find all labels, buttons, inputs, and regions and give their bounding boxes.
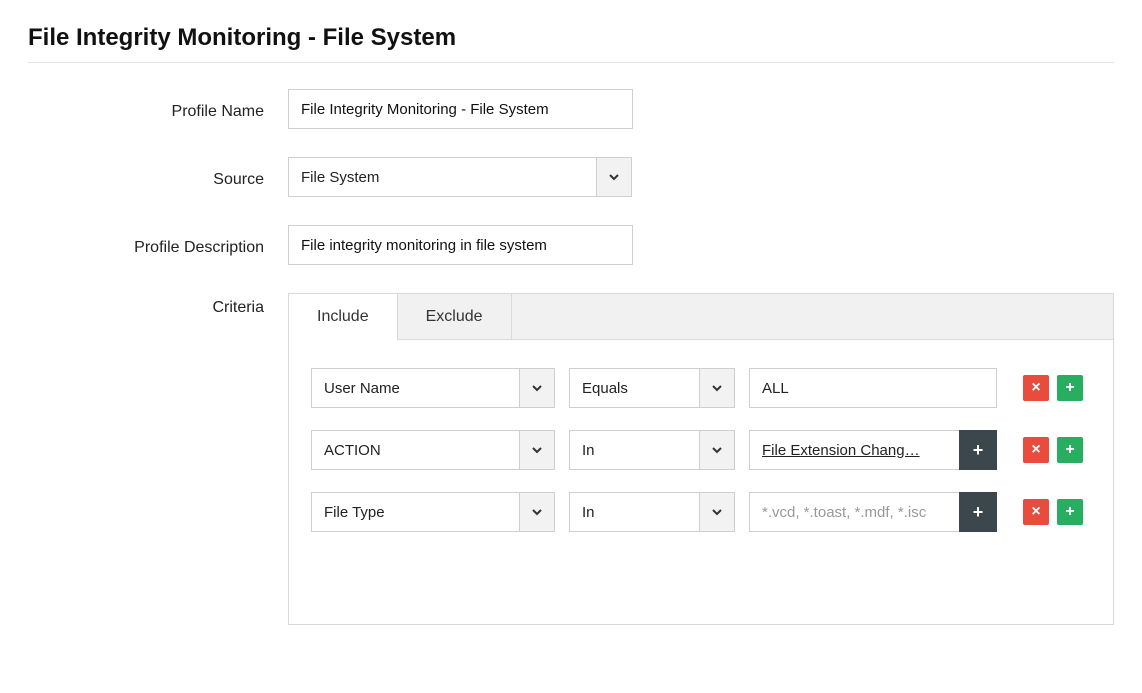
chevron-down-icon [711, 444, 723, 456]
criteria-value-input[interactable]: File Extension Chang… + [749, 430, 997, 470]
criteria-operator-toggle[interactable] [699, 368, 735, 408]
remove-criteria-button[interactable]: × [1023, 499, 1049, 525]
add-value-button[interactable]: + [959, 492, 997, 532]
criteria-tabbar: Include Exclude [288, 293, 1114, 339]
tab-exclude[interactable]: Exclude [398, 294, 512, 340]
criteria-field-value: ACTION [311, 430, 519, 470]
criteria-operator-select[interactable]: Equals [569, 368, 735, 408]
source-select-toggle[interactable] [596, 157, 632, 197]
criteria-value-text: File Extension Chang… [762, 442, 951, 459]
add-criteria-button[interactable]: + [1057, 437, 1083, 463]
add-criteria-button[interactable]: + [1057, 375, 1083, 401]
chevron-down-icon [531, 506, 543, 518]
criteria-operator-toggle[interactable] [699, 430, 735, 470]
add-criteria-button[interactable]: + [1057, 499, 1083, 525]
criteria-field-value: File Type [311, 492, 519, 532]
criteria-field-toggle[interactable] [519, 430, 555, 470]
criteria-row: ACTION In File Extension Chang… + [311, 430, 1091, 470]
source-select-value: File System [288, 157, 596, 197]
criteria-value-input[interactable]: *.vcd, *.toast, *.mdf, *.isc + [749, 492, 997, 532]
criteria-field-toggle[interactable] [519, 492, 555, 532]
criteria-row: User Name Equals ALL [311, 368, 1091, 408]
criteria-operator-toggle[interactable] [699, 492, 735, 532]
criteria-value-input[interactable]: ALL [749, 368, 997, 408]
chevron-down-icon [531, 382, 543, 394]
divider [28, 62, 1114, 63]
tab-include[interactable]: Include [289, 294, 398, 340]
add-value-button[interactable]: + [959, 430, 997, 470]
criteria-operator-select[interactable]: In [569, 430, 735, 470]
chevron-down-icon [711, 506, 723, 518]
criteria-value-text: *.vcd, *.toast, *.mdf, *.isc [762, 504, 951, 521]
profile-name-label: Profile Name [28, 97, 288, 121]
criteria-field-select[interactable]: User Name [311, 368, 555, 408]
criteria-field-value: User Name [311, 368, 519, 408]
source-select[interactable]: File System [288, 157, 1114, 197]
page-title: File Integrity Monitoring - File System [28, 24, 1114, 52]
criteria-field-toggle[interactable] [519, 368, 555, 408]
chevron-down-icon [531, 444, 543, 456]
criteria-tab-body: User Name Equals ALL [288, 339, 1114, 625]
criteria-operator-select[interactable]: In [569, 492, 735, 532]
criteria-field-select[interactable]: File Type [311, 492, 555, 532]
profile-description-label: Profile Description [28, 233, 288, 257]
remove-criteria-button[interactable]: × [1023, 375, 1049, 401]
chevron-down-icon [711, 382, 723, 394]
criteria-operator-value: In [569, 492, 699, 532]
profile-description-input[interactable] [288, 225, 633, 265]
criteria-operator-value: Equals [569, 368, 699, 408]
criteria-operator-value: In [569, 430, 699, 470]
criteria-row: File Type In *.vcd, *.toast, *.mdf, *.is… [311, 492, 1091, 532]
remove-criteria-button[interactable]: × [1023, 437, 1049, 463]
chevron-down-icon [608, 171, 620, 183]
criteria-label: Criteria [28, 293, 288, 317]
source-label: Source [28, 165, 288, 189]
criteria-field-select[interactable]: ACTION [311, 430, 555, 470]
criteria-value-text: ALL [762, 380, 984, 397]
profile-name-input[interactable] [288, 89, 633, 129]
